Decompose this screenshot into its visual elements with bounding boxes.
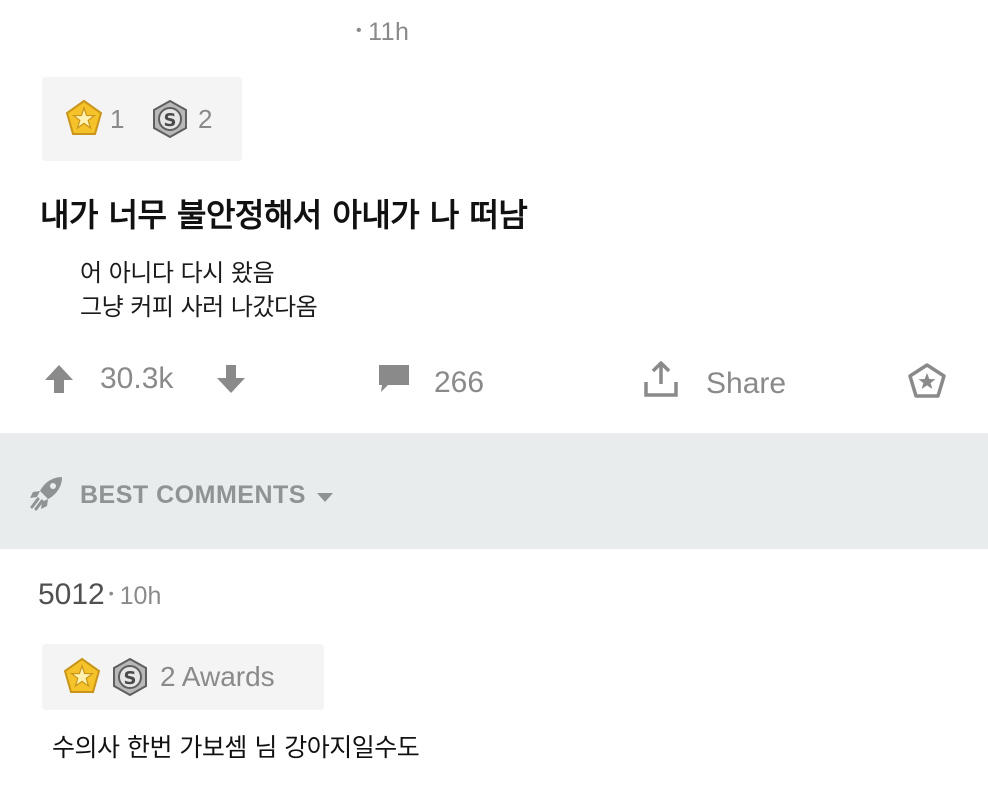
comment-awards-label: 2 Awards <box>160 661 275 692</box>
award-gold-count: 1 <box>110 103 125 134</box>
post-awards[interactable]: 1 S 2 <box>42 77 242 161</box>
comments-button[interactable]: 266 <box>376 362 484 404</box>
award-gold[interactable]: 1 <box>64 99 124 139</box>
downvote-button[interactable] <box>214 362 248 404</box>
comment-award-icons: S 2 Awards <box>62 657 275 697</box>
arrow-down-icon <box>214 362 248 404</box>
post-body: 어 아니다 다시 왔음 그냥 커피 사러 나갔다옴 <box>80 256 318 324</box>
comments-count: 266 <box>434 366 485 399</box>
post-timestamp: • 11h <box>356 18 409 47</box>
post-time: 11h <box>368 18 410 46</box>
post-body-line: 그냥 커피 사러 나갔다옴 <box>80 293 318 321</box>
score-value: 30.3k <box>100 362 174 395</box>
award-button[interactable] <box>908 363 946 407</box>
sort-label: BEST COMMENTS <box>80 481 306 509</box>
comment-awards[interactable]: S 2 Awards <box>42 644 324 710</box>
silver-award-icon: S <box>150 99 190 139</box>
chevron-down-icon <box>316 481 334 510</box>
award-silver[interactable]: S 2 <box>150 99 212 139</box>
share-icon <box>642 360 680 408</box>
rocket-icon <box>28 473 66 518</box>
share-button[interactable]: Share <box>642 360 786 408</box>
post-title[interactable]: 내가 너무 불안정해서 아내가 나 떠남 <box>40 190 528 236</box>
sort-dropdown[interactable]: BEST COMMENTS <box>28 473 334 518</box>
share-label: Share <box>706 367 787 400</box>
svg-text:S: S <box>164 110 177 131</box>
post-body-line: 어 아니다 다시 왔음 <box>80 259 275 287</box>
comment-time: 10h <box>119 582 162 610</box>
gold-star-award-icon <box>64 99 104 139</box>
comment-body: 수의사 한번 가보셈 님 강아지일수도 <box>52 733 420 762</box>
comment-meta: 5012 • 10h <box>38 578 161 612</box>
upvote-button[interactable] <box>42 362 76 404</box>
separator-dot: • <box>108 585 114 601</box>
comment-bubble-icon <box>376 362 412 404</box>
separator-dot: • <box>356 22 363 39</box>
post-action-bar: 30.3k 266 Share <box>0 350 988 410</box>
gold-star-award-icon <box>62 657 102 697</box>
silver-award-icon: S <box>110 657 150 697</box>
svg-text:S: S <box>124 668 137 689</box>
award-silver-count: 2 <box>198 103 213 134</box>
comments-sort-bar: BEST COMMENTS <box>0 433 988 549</box>
comment-author[interactable]: 5012 <box>38 578 105 611</box>
award-outline-icon <box>908 363 946 407</box>
arrow-up-icon <box>42 362 76 404</box>
